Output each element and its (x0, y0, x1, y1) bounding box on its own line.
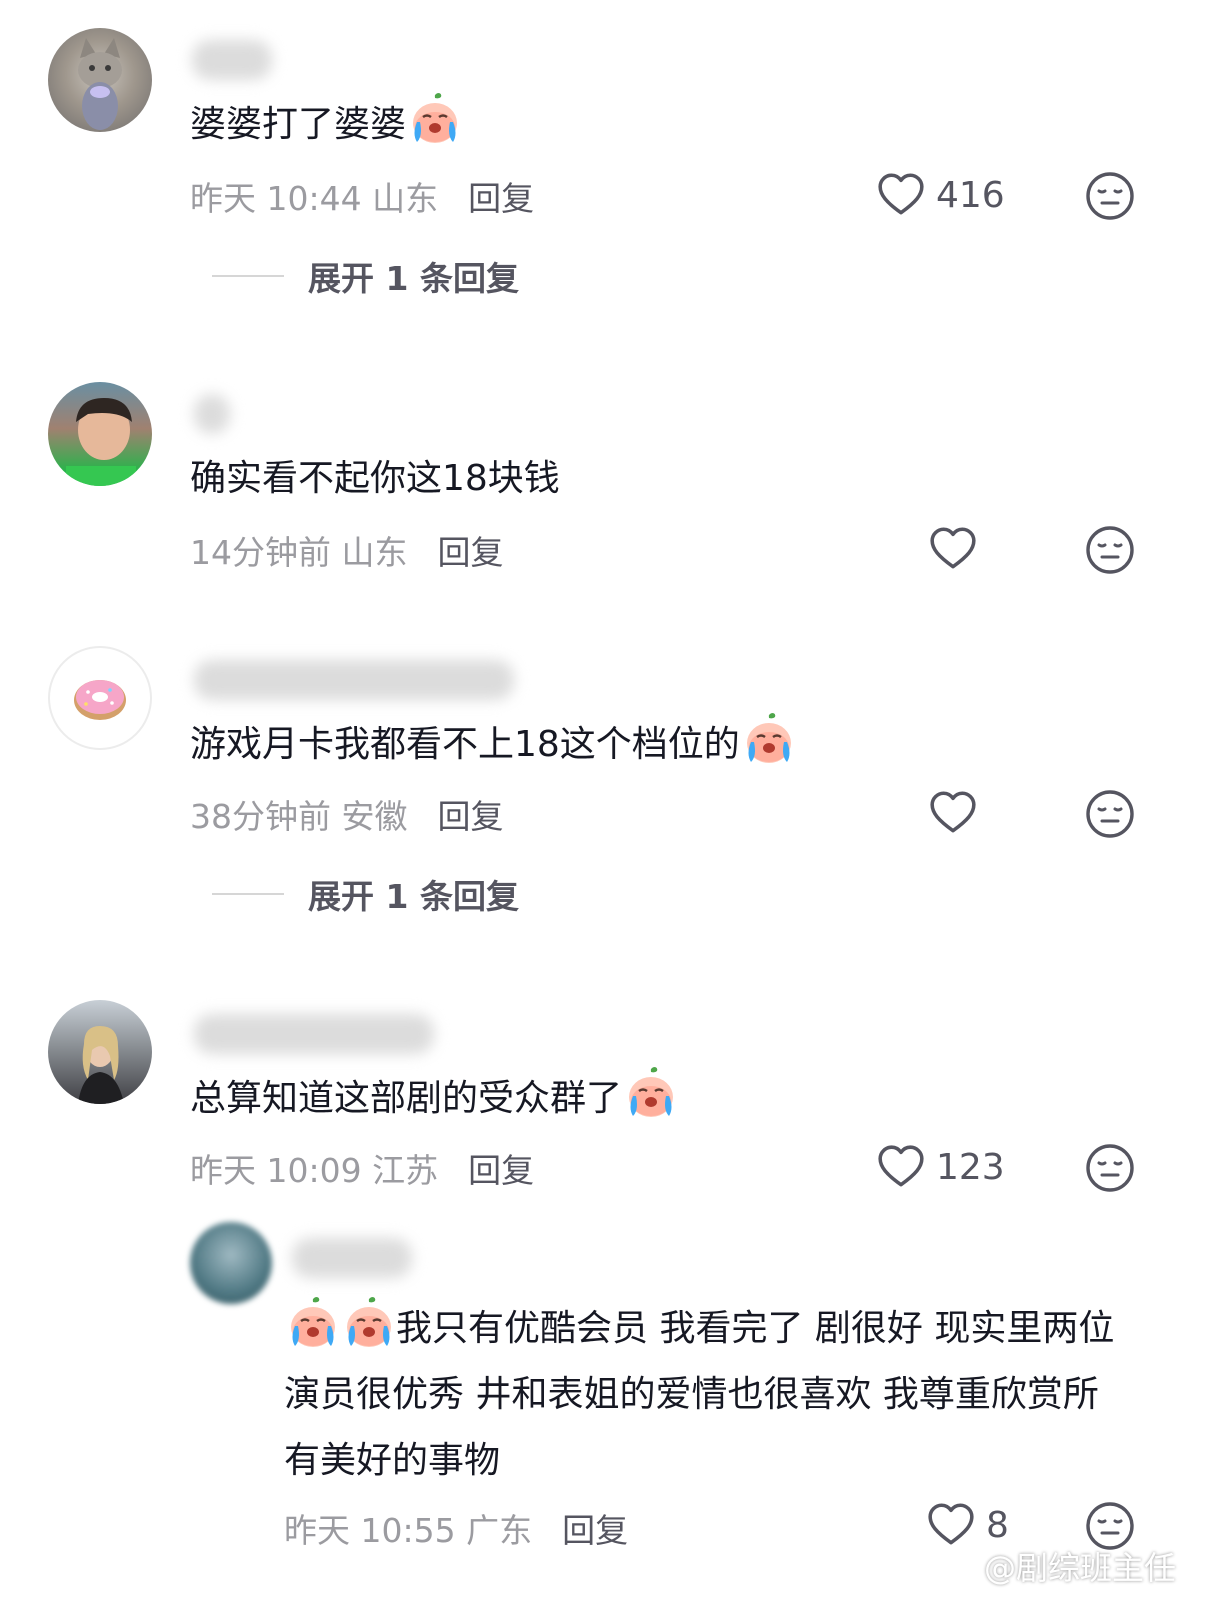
weibo-logo-icon (944, 1553, 977, 1581)
weibo-watermark: @剧综班主任 (944, 1543, 1176, 1589)
avatar[interactable] (190, 1222, 272, 1304)
like-count: 8 (986, 1504, 1009, 1546)
crying-face-emoji-icon (342, 1296, 396, 1350)
username-blurred[interactable] (292, 1238, 412, 1278)
timestamp-location: 昨天 10:55 广东 (284, 1511, 533, 1550)
reply-meta: 昨天 10:55 广东 回复 (284, 1504, 628, 1552)
crying-face-emoji-icon (286, 1296, 340, 1350)
watermark-text: @剧综班主任 (983, 1549, 1176, 1587)
reply-item: 我只有优酷会员 我看完了 剧很好 现实里两位演员很优秀 井和表姐的爱情也很喜欢 … (0, 0, 1206, 1597)
reply-button[interactable]: 回复 (562, 1511, 628, 1550)
reply-text: 我只有优酷会员 我看完了 剧很好 现实里两位演员很优秀 井和表姐的爱情也很喜欢 … (284, 1296, 1134, 1494)
